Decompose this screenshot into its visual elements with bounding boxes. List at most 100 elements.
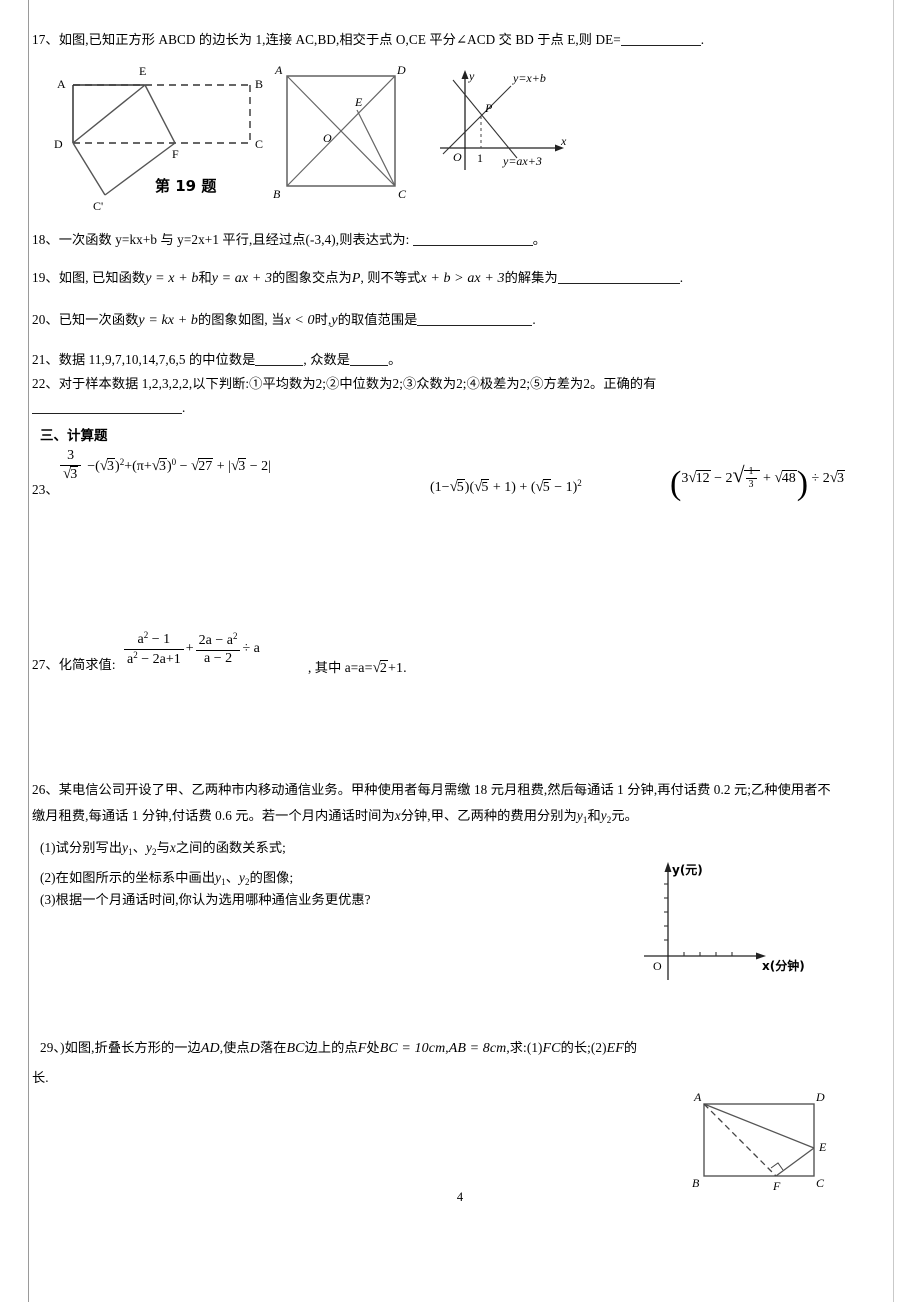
question-22: 22、对于样本数据 1,2,3,2,2,以下判断:①平均数为2;②中位数为2;③…: [32, 374, 892, 394]
question-21-answer-blank-median[interactable]: [255, 365, 304, 366]
figure-4-empty-axes: y(元) x(分钟) O: [636, 852, 861, 987]
question-22-number: 22、: [32, 376, 59, 391]
question-19: 19、如图, 已知函数y = x + b和y = ax + 3的图象交点为P, …: [32, 268, 887, 290]
question-26-text-line2a: 缴月租费,每通话 1 分钟,付话费 0.6 元。若一个月内通话时间为: [32, 808, 395, 823]
question-19-number: 19、: [32, 270, 59, 285]
svg-text:P: P: [484, 101, 493, 115]
question-17: 17、如图,已知正方形 ABCD 的边长为 1,连接 AC,BD,相交于点 O,…: [32, 30, 887, 50]
question-21-number: 21、: [32, 352, 59, 367]
question-17-answer-blank[interactable]: [620, 45, 701, 46]
question-29-number: 29、): [40, 1040, 65, 1055]
question-19-text-2: 和: [198, 270, 212, 285]
question-21-text-1: 数据 11,9,7,10,14,7,6,5 的中位数是: [58, 352, 256, 367]
svg-text:y=x+b: y=x+b: [512, 71, 546, 85]
question-20-text-3: 时,: [314, 312, 332, 327]
question-17-period: .: [700, 32, 705, 47]
question-19-formula-1: y = x + b: [145, 271, 199, 286]
question-23-expression-1: 3 √3 −(√3)2+(π+√3)0 − √27 + |√3 − 2|: [58, 448, 271, 483]
q27-divide: ÷ a: [242, 641, 260, 657]
section-heading-calculation: 三、计算题: [40, 428, 108, 444]
question-18-tail: 。: [532, 232, 547, 247]
question-20-formula-1: y = kx + b: [138, 313, 198, 328]
svg-text:O: O: [323, 131, 332, 145]
svg-text:B: B: [692, 1176, 700, 1190]
figure-4-x-label: x(分钟): [762, 958, 805, 973]
q27-frac2-numerator: 2a − a2: [198, 631, 238, 648]
question-18-number: 18、: [32, 232, 59, 247]
question-26-text-line2f: 和: [587, 808, 601, 823]
svg-text:O: O: [453, 150, 462, 164]
question-21-text-2: , 众数是: [303, 352, 351, 367]
question-20: 20、已知一次函数y = kx + b的图象如图, 当x < 0时,y的取值范围…: [32, 310, 887, 332]
page-left-border: [28, 0, 29, 1302]
question-27: 27、化简求值:: [32, 655, 116, 675]
question-27-number: 27、: [32, 657, 59, 672]
question-18-answer-blank[interactable]: [412, 245, 533, 246]
svg-text:A: A: [693, 1090, 702, 1104]
page-number: 4: [456, 1190, 464, 1204]
svg-text:C: C: [255, 137, 263, 151]
question-19-text-1: 如图, 已知函数: [58, 270, 146, 285]
question-23-number: 23、: [32, 482, 59, 497]
svg-text:F: F: [172, 147, 179, 161]
figure-4-y-label: y(元): [672, 863, 703, 877]
question-20-tail: .: [532, 312, 536, 327]
question-19-formula-4: x + b > ax + 3: [420, 271, 505, 286]
question-20-text-4: 的取值范围是: [337, 312, 418, 327]
question-23-expression-2: (1−√5)(√5 + 1) + (√5 − 1)2: [430, 478, 582, 495]
q27-where-label: , 其中 a=: [308, 660, 359, 675]
question-27-condition: , 其中 a=a=√2+1.: [308, 657, 407, 680]
question-23-expression-3: (3√12 − 2√ 1 3 + √48) ÷ 2√3: [670, 462, 845, 502]
svg-text:A: A: [274, 63, 283, 77]
question-19-text-3: 的图象交点为: [272, 270, 352, 285]
question-19-answer-blank[interactable]: [557, 283, 680, 284]
question-29-line2: 长.: [32, 1070, 49, 1085]
question-17-number: 17、: [32, 32, 59, 47]
question-18: 18、一次函数 y=kx+b 与 y=2x+1 平行,且经过点(-3,4),则表…: [32, 230, 887, 250]
question-17-text: 如图,已知正方形 ABCD 的边长为 1,连接 AC,BD,相交于点 O,CE …: [58, 32, 621, 47]
q23-expr1-rest: −(√3)2+(π+√3)0 − √27 + |√3 − 2|: [87, 456, 271, 474]
q27-where-value: a=√2+1.: [358, 660, 407, 676]
question-29: 29、)如图,折叠长方形的一边AD,使点D落在BC边上的点F处BC = 10cm…: [40, 1040, 638, 1056]
svg-text:x: x: [560, 134, 567, 148]
question-26-text-line1: 某电信公司开设了甲、乙两种市内移动通信业务。甲种使用者每月需缴 18 元月租费,…: [58, 782, 831, 797]
figure-4-origin: O: [653, 959, 662, 973]
question-19-text-4: , 则不等式: [360, 270, 421, 285]
question-20-text-1: 已知一次函数: [58, 312, 139, 327]
question-22-text: 对于样本数据 1,2,3,2,2,以下判断:①平均数为2;②中位数为2;③众数为…: [58, 376, 657, 391]
figure-2-square-diagonals: A D B C E O: [265, 58, 425, 213]
svg-text:E: E: [139, 64, 146, 78]
svg-text:D: D: [815, 1090, 825, 1104]
question-26-item-3: (3)根据一个月通话时间,你认为选用哪种通信业务更优惠?: [40, 892, 371, 907]
svg-text:D: D: [396, 63, 406, 77]
question-20-formula-2: x < 0: [284, 313, 315, 328]
svg-text:E: E: [818, 1140, 827, 1154]
q23-frac-denominator: √3: [60, 464, 82, 484]
svg-text:A: A: [57, 77, 66, 91]
question-19-text-5: 的解集为: [504, 270, 558, 285]
question-19-tail: .: [679, 270, 684, 285]
q27-frac1-numerator: a2 − 1: [137, 630, 171, 647]
svg-text:y=ax+3: y=ax+3: [502, 154, 542, 168]
svg-text:1: 1: [477, 151, 483, 165]
q27-frac1-denominator: a2 − 2a+1: [124, 648, 184, 669]
figure-1-caption: 第 19 题: [155, 177, 217, 195]
svg-text:C: C: [398, 187, 407, 201]
question-27-expression: a2 − 1 a2 − 2a+1 + 2a − a2 a − 2 ÷ a: [122, 630, 260, 668]
question-22-answer-blank[interactable]: [32, 413, 182, 414]
question-21-answer-blank-mode[interactable]: [350, 365, 389, 366]
document-page: 17、如图,已知正方形 ABCD 的边长为 1,连接 AC,BD,相交于点 O,…: [0, 0, 920, 1302]
svg-text:B: B: [255, 77, 263, 91]
question-26-text-line2c: 分钟,甲、乙两种的费用分别为: [400, 808, 577, 823]
svg-text:C: C: [816, 1176, 825, 1190]
svg-text:B: B: [273, 187, 281, 201]
question-26-line1: 26、某电信公司开设了甲、乙两种市内移动通信业务。甲种使用者每月需缴 18 元月…: [32, 780, 894, 800]
question-20-number: 20、: [32, 312, 59, 327]
question-20-answer-blank[interactable]: [417, 325, 533, 326]
question-21-tail: 。: [388, 352, 402, 367]
question-18-text: 一次函数 y=kx+b 与 y=2x+1 平行,且经过点(-3,4),则表达式为…: [58, 232, 410, 247]
question-19-formula-2: y = ax + 3: [211, 271, 273, 286]
q27-frac2-denominator: a − 2: [195, 649, 241, 668]
svg-text:y: y: [468, 69, 475, 83]
question-22-line2: .: [32, 398, 185, 418]
